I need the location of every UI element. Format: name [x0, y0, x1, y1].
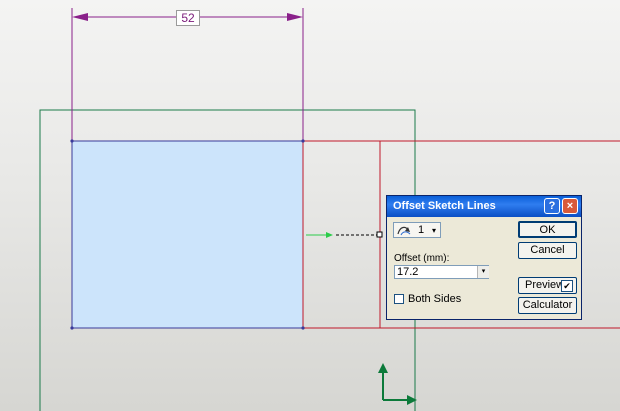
preview-arrow-head — [326, 232, 333, 238]
preview-checkbox[interactable]: ✔ — [561, 280, 573, 292]
offset-dropdown-button[interactable]: ▾ — [477, 266, 489, 278]
offset-count-selector[interactable]: 1 ▾ — [393, 222, 441, 238]
triad-y-arrow — [378, 363, 388, 373]
offset-sketch-lines-dialog[interactable]: Offset Sketch Lines ? × 1 ▾ Offset (mm):… — [386, 195, 582, 320]
preview-button[interactable]: Preview ✔ — [518, 277, 577, 294]
close-button[interactable]: × — [562, 198, 578, 214]
offset-count-value: 1 — [418, 224, 425, 236]
dialog-titlebar[interactable]: Offset Sketch Lines ? × — [387, 196, 581, 217]
both-sides-checkbox[interactable] — [394, 294, 404, 304]
dimension-arrow-right — [287, 13, 303, 21]
rect-corner-point[interactable] — [301, 326, 305, 330]
offset-label: Offset (mm): — [394, 253, 450, 264]
dimension-arrow-left — [72, 13, 88, 21]
offset-input[interactable]: 17.2 — [394, 265, 489, 279]
cancel-button[interactable]: Cancel — [518, 242, 577, 259]
dialog-title: Offset Sketch Lines — [393, 200, 496, 212]
rect-corner-point[interactable] — [70, 326, 74, 330]
dimension-value[interactable]: 52 — [176, 10, 200, 26]
offset-handle[interactable] — [376, 231, 383, 238]
preview-label: Preview — [525, 279, 565, 291]
calculator-button[interactable]: Calculator — [518, 297, 577, 314]
rect-corner-point[interactable] — [70, 139, 74, 143]
ok-button[interactable]: OK — [518, 221, 577, 238]
flip-direction-icon[interactable] — [396, 224, 412, 236]
rect-corner-point[interactable] — [301, 139, 305, 143]
help-button[interactable]: ? — [544, 198, 560, 214]
sketch-canvas[interactable]: 52 Offset Sketch Lines ? × 1 ▾ Offset (m… — [0, 0, 620, 411]
chevron-down-icon[interactable]: ▾ — [432, 223, 436, 238]
sketch-rectangle[interactable] — [71, 140, 304, 329]
both-sides-label: Both Sides — [408, 293, 462, 305]
